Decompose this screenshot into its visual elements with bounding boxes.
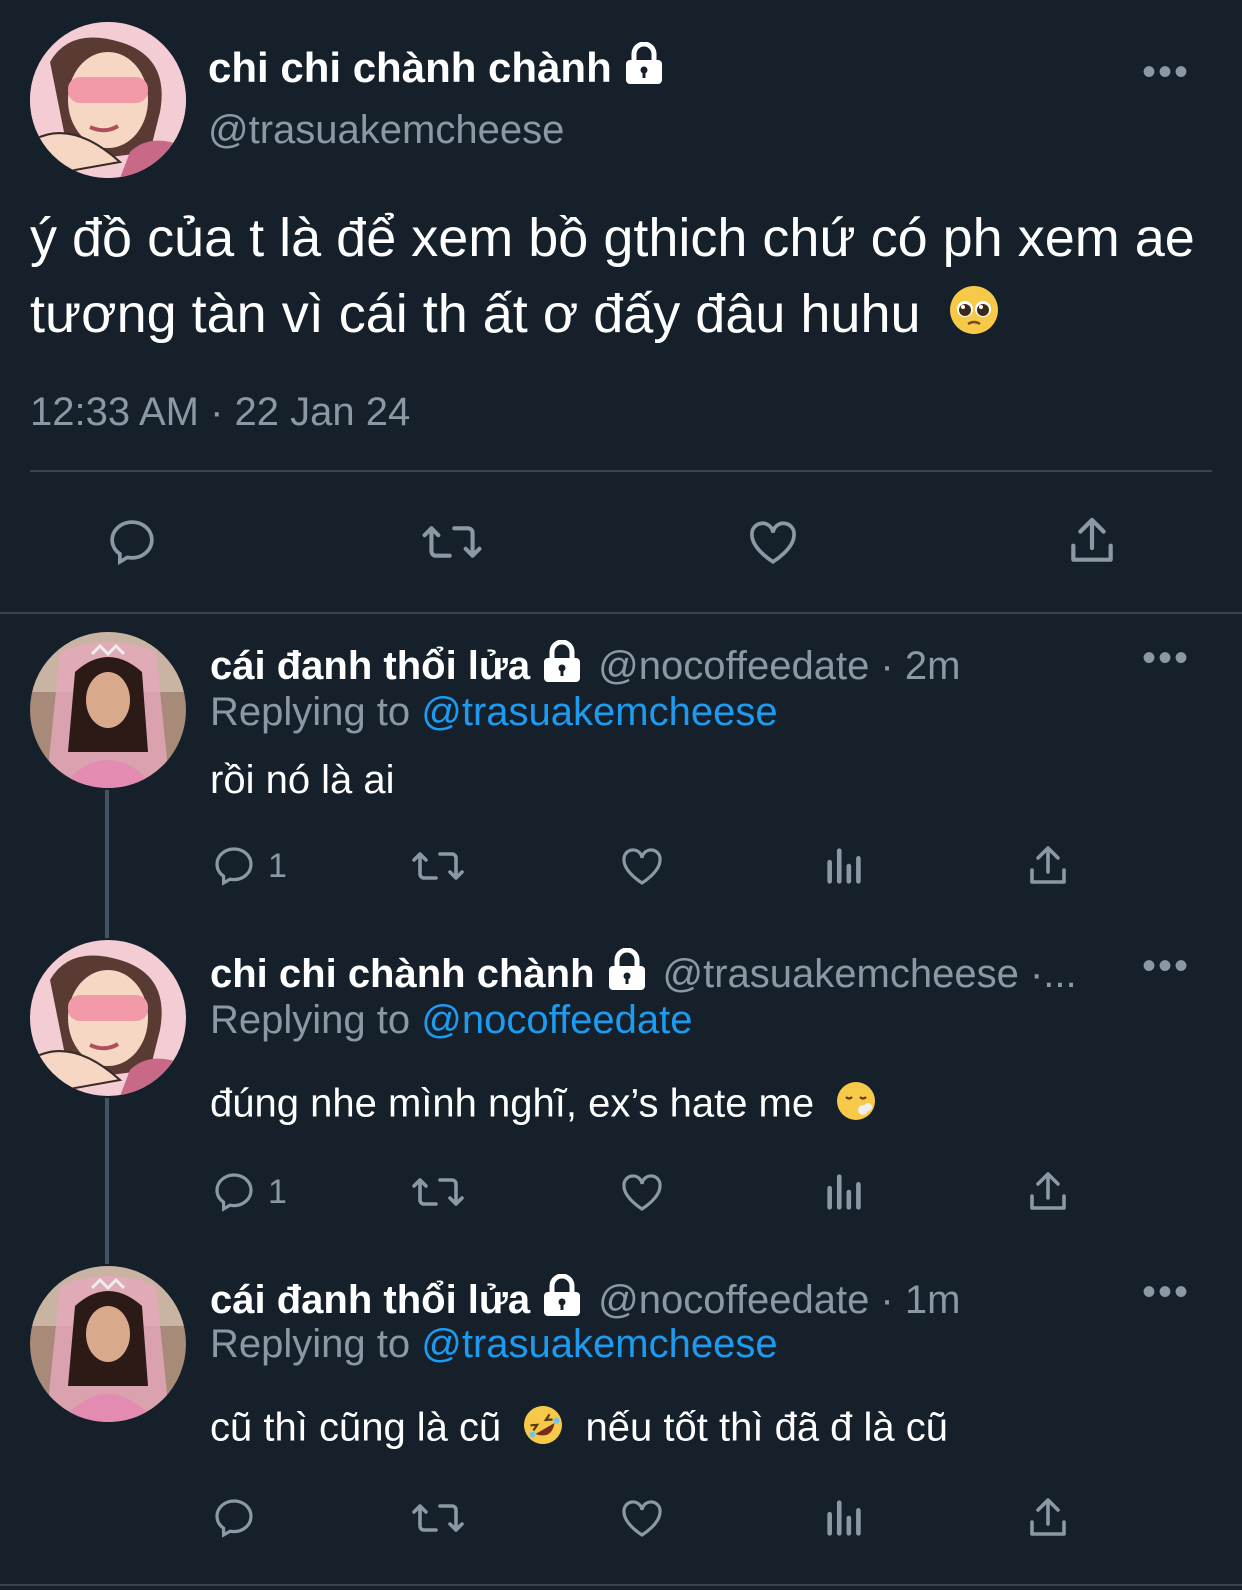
replying-to: Replying to @nocoffeedate: [210, 998, 692, 1043]
reply-icon: [110, 520, 154, 566]
like-button[interactable]: [617, 1494, 667, 1542]
reply-count: 1: [268, 846, 287, 885]
share-button[interactable]: [1024, 842, 1072, 890]
reply-header: cái đanh thổi lửa @nocoffeedate · 2m: [210, 639, 960, 692]
tweet-text-body: ý đồ của t là để xem bồ gthich chứ có ph…: [30, 208, 1195, 344]
more-options-icon[interactable]: •••: [1142, 1272, 1190, 1312]
cartoon-avatar-image: [30, 22, 186, 178]
retweet-button[interactable]: [410, 842, 466, 890]
share-icon: [1030, 1498, 1066, 1536]
retweet-button[interactable]: [420, 514, 484, 570]
face-exhaling-emoji-icon: [835, 1080, 877, 1132]
heart-icon: [622, 1500, 662, 1537]
replying-to-link[interactable]: @trasuakemcheese: [421, 690, 777, 734]
heart-icon: [622, 1174, 662, 1211]
reply-text-part-1: cũ thì cũng là cũ: [210, 1405, 502, 1450]
reply-header: cái đanh thổi lửa @nocoffeedate · 1m: [210, 1273, 960, 1326]
analytics-icon: [827, 1500, 861, 1536]
share-icon: [1030, 1172, 1066, 1210]
like-button[interactable]: [744, 514, 802, 570]
retweet-icon: [412, 852, 464, 880]
pleading-face-emoji-icon: [948, 280, 1000, 356]
more-options-icon[interactable]: •••: [1142, 638, 1190, 678]
share-button[interactable]: [1024, 1494, 1072, 1542]
replying-prefix: Replying to: [210, 690, 411, 734]
retweet-icon: [412, 1504, 464, 1532]
thread-connector: [105, 1098, 109, 1264]
heart-icon: [750, 521, 796, 565]
replying-to: Replying to @trasuakemcheese: [210, 690, 778, 735]
lock-icon: [607, 947, 647, 1000]
retweet-icon: [412, 1178, 464, 1206]
lock-icon: [624, 41, 664, 94]
display-name-text: chi chi chành chành: [208, 44, 612, 91]
avatar-nocoffeedate[interactable]: [30, 1266, 186, 1422]
replying-to-link[interactable]: @trasuakemcheese: [421, 1322, 777, 1366]
reply-text-part-2: nếu tốt thì đã đ là cũ: [585, 1405, 949, 1450]
analytics-icon: [827, 848, 861, 884]
reply-author-name[interactable]: cái đanh thổi lửa: [210, 639, 582, 692]
retweet-button[interactable]: [410, 1168, 466, 1216]
retweet-button[interactable]: [410, 1494, 466, 1542]
reply-button[interactable]: 1: [210, 1168, 287, 1216]
replying-prefix: Replying to: [210, 998, 411, 1042]
share-icon: [1071, 517, 1113, 562]
reply-text: đúng nhe mình nghĩ, ex’s hate me: [210, 1080, 877, 1132]
share-icon: [1030, 846, 1066, 884]
author-display-name[interactable]: chi chi chành chành: [208, 41, 664, 94]
thread-connector: [105, 790, 109, 938]
heart-icon: [622, 848, 662, 885]
lock-icon: [542, 1273, 582, 1326]
reply-handle-time[interactable]: @nocoffeedate · 2m: [598, 644, 960, 689]
replying-to-link[interactable]: @nocoffeedate: [421, 998, 692, 1042]
reply-handle-time[interactable]: @nocoffeedate · 1m: [598, 1278, 960, 1323]
reply-button[interactable]: [210, 1494, 258, 1542]
photo-avatar-image: [30, 632, 186, 788]
lock-icon: [542, 639, 582, 692]
photo-avatar-image: [30, 1266, 186, 1422]
reply-icon: [215, 1499, 253, 1538]
replying-to: Replying to @trasuakemcheese: [210, 1322, 778, 1367]
divider: [30, 470, 1212, 472]
share-button[interactable]: [1024, 1168, 1072, 1216]
rolling-on-floor-laughing-emoji-icon: [522, 1404, 564, 1456]
reply-icon: [215, 847, 253, 886]
avatar-nocoffeedate[interactable]: [30, 632, 186, 788]
reply-author-name[interactable]: cái đanh thổi lửa: [210, 1273, 582, 1326]
tweet-text: ý đồ của t là để xem bồ gthich chứ có ph…: [30, 200, 1210, 356]
more-options-icon[interactable]: •••: [1142, 946, 1190, 986]
reply-button[interactable]: 1: [210, 842, 287, 890]
reply-text: rồi nó là ai: [210, 758, 395, 802]
display-name-text: cái đanh thổi lửa: [210, 643, 531, 688]
share-button[interactable]: [1064, 512, 1120, 570]
reply-icon: [215, 1173, 253, 1212]
section-divider: [0, 612, 1242, 614]
analytics-icon: [827, 1174, 861, 1210]
reply-text-body: đúng nhe mình nghĩ, ex’s hate me: [210, 1081, 815, 1126]
reply-header: chi chi chành chành @trasuakemcheese ·..…: [210, 947, 1077, 1000]
reply-count: 1: [268, 1172, 287, 1211]
section-divider: [0, 1584, 1242, 1586]
retweet-icon: [422, 526, 482, 558]
display-name-text: cái đanh thổi lửa: [210, 1277, 531, 1322]
like-button[interactable]: [617, 1168, 667, 1216]
views-button[interactable]: [822, 1168, 868, 1216]
reply-text: cũ thì cũng là cũ nếu tốt thì đã đ là cũ: [210, 1404, 948, 1456]
avatar-trasuakemcheese[interactable]: [30, 940, 186, 1096]
reply-button[interactable]: [104, 514, 160, 570]
tweet-timestamp[interactable]: 12:33 AM · 22 Jan 24: [30, 390, 410, 435]
cartoon-avatar-image: [30, 940, 186, 1096]
views-button[interactable]: [822, 842, 868, 890]
avatar-trasuakemcheese[interactable]: [30, 22, 186, 178]
like-button[interactable]: [617, 842, 667, 890]
display-name-text: chi chi chành chành: [210, 951, 595, 996]
reply-author-name[interactable]: chi chi chành chành: [210, 947, 647, 1000]
author-handle[interactable]: @trasuakemcheese: [208, 108, 564, 153]
replying-prefix: Replying to: [210, 1322, 411, 1366]
reply-handle-time[interactable]: @trasuakemcheese ·...: [663, 952, 1077, 997]
views-button[interactable]: [822, 1494, 868, 1542]
more-options-icon[interactable]: •••: [1142, 52, 1190, 92]
